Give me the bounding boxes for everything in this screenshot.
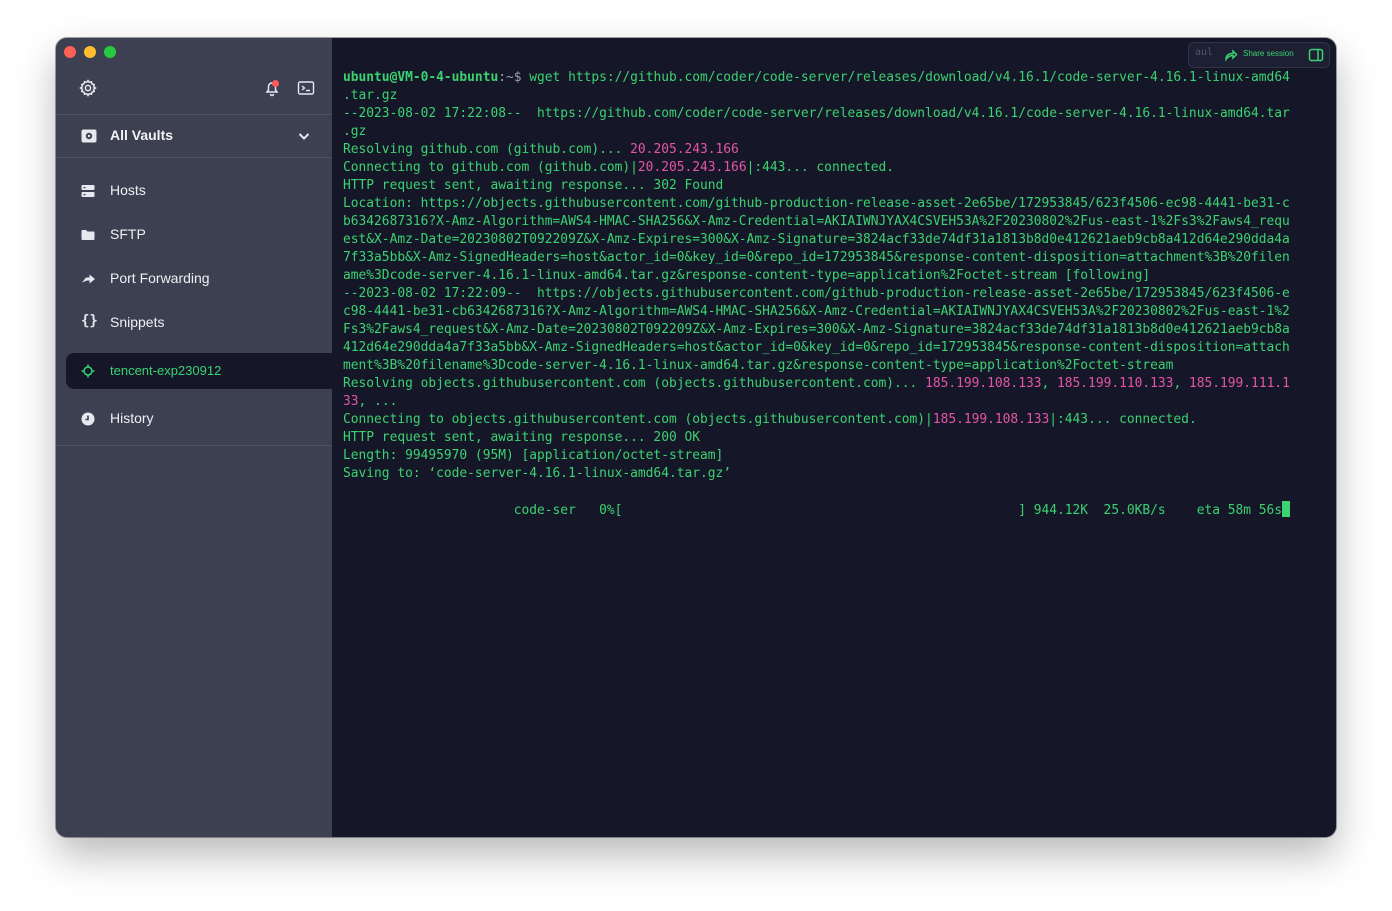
terminal-line: .tar.gz: [343, 88, 398, 103]
terminal-line: .gz: [343, 124, 367, 139]
host-connection-icon: [80, 363, 96, 379]
ip-address: 33: [343, 394, 359, 409]
terminal-output: ubuntu@VM-0-4-ubuntu:~$ wget https://git…: [343, 69, 1323, 519]
terminal-line: HTTP request sent, awaiting response... …: [343, 430, 700, 445]
sidebar-item-sftp[interactable]: SFTP: [66, 217, 332, 253]
sidebar-item-label: History: [110, 410, 154, 426]
line-text: Connecting to objects.githubusercontent.…: [343, 412, 933, 427]
terminal-line: est&X-Amz-Date=20230802T092209Z&X-Amz-Ex…: [343, 232, 1290, 247]
terminal-line: HTTP request sent, awaiting response... …: [343, 178, 724, 193]
app-window: All Vaults Hosts SFTP Port Forwarding {}…: [56, 38, 1336, 837]
ip-address: 185.199.108.133: [925, 376, 1042, 391]
sidebar-item-label: Port Forwarding: [110, 270, 210, 286]
zoom-window-button[interactable]: [104, 46, 116, 58]
minimize-window-button[interactable]: [84, 46, 96, 58]
split-view-icon[interactable]: [1308, 47, 1324, 63]
terminal-line: ubuntu@VM-0-4-ubuntu:~$ wget https://git…: [343, 69, 1323, 87]
ip-address: 20.205.243.166: [630, 142, 739, 157]
progress-text: code-ser 0%[ ] 944.12K 25.0KB/s eta 58m …: [343, 503, 1283, 518]
terminal-line: Connecting to objects.githubusercontent.…: [343, 411, 1323, 429]
line-text: Resolving github.com (github.com)...: [343, 142, 631, 157]
sidebar-divider: [56, 157, 332, 158]
terminal-line: Location: https://objects.githubusercont…: [343, 196, 1290, 211]
braces-icon: {}: [81, 313, 98, 329]
line-text: Connecting to github.com (github.com)|: [343, 160, 638, 175]
terminal-line: Resolving objects.githubusercontent.com …: [343, 375, 1323, 393]
sidebar-item-label: SFTP: [110, 226, 146, 242]
terminal-line: 33, ...: [343, 393, 1323, 411]
ip-address: 20.205.243.166: [637, 160, 747, 175]
vault-selector[interactable]: All Vaults: [56, 115, 332, 157]
share-icon[interactable]: [1224, 48, 1238, 62]
port-forwarding-icon: [80, 271, 96, 287]
terminal-line: Connecting to github.com (github.com)|20…: [343, 159, 1323, 177]
hosts-icon: [80, 183, 96, 199]
terminal-line: --2023-08-02 17:22:09-- https://objects.…: [343, 286, 1290, 301]
clock-icon: [80, 411, 96, 427]
line-text: ,: [1041, 376, 1058, 391]
terminal-line: --2023-08-02 17:22:08-- https://github.c…: [343, 106, 1290, 121]
terminal-line: b6342687316?X-Amz-Algorithm=AWS4-HMAC-SH…: [343, 214, 1290, 229]
sidebar-item-label: Hosts: [110, 182, 146, 198]
sidebar-divider: [56, 445, 332, 446]
share-session-button[interactable]: Share session: [1243, 49, 1294, 58]
terminal-line: ame%3Dcode-server-4.16.1-linux-amd64.tar…: [343, 268, 1151, 283]
terminal-line: Length: 99495970 (95M) [application/octe…: [343, 448, 724, 463]
sidebar-item-hosts[interactable]: Hosts: [66, 173, 332, 209]
command-text: wget https://github.com/coder/code-serve…: [521, 70, 1290, 85]
line-text: , ...: [358, 394, 398, 409]
download-progress-line: code-ser 0%[ ] 944.12K 25.0KB/s eta 58m …: [343, 501, 1323, 519]
prompt-separator: :~$: [498, 70, 522, 85]
sidebar-item-label: Snippets: [110, 314, 165, 330]
line-text: |:443... connected.: [746, 160, 895, 175]
line-text: Resolving objects.githubusercontent.com …: [343, 376, 926, 391]
gear-icon[interactable]: [78, 78, 98, 98]
sidebar-item-snippets[interactable]: {} Snippets: [66, 305, 332, 341]
session-toolbar: aul Share session: [1188, 42, 1330, 68]
terminal-line: Saving to: ‘code-server-4.16.1-linux-amd…: [343, 466, 732, 481]
vault-selector-label: All Vaults: [110, 127, 174, 143]
line-text: |:443... connected.: [1049, 412, 1197, 427]
ip-address: 185.199.111.1: [1188, 376, 1290, 391]
folder-icon: [80, 227, 96, 243]
session-tab-label[interactable]: aul: [1195, 47, 1213, 58]
terminal-panel[interactable]: aul Share session ubuntu@VM-0-4-ubuntu:~…: [332, 38, 1336, 837]
terminal-line: 412d64e290dda4a7f33a5bb&X-Amz-SignedHead…: [343, 340, 1290, 355]
ip-address: 185.199.110.133: [1057, 376, 1174, 391]
sidebar-item-active-host[interactable]: tencent-exp230912: [66, 353, 342, 389]
sidebar-item-history[interactable]: History: [66, 401, 332, 437]
terminal-line: Fs3%2Faws4_request&X-Amz-Date=20230802T0…: [343, 322, 1290, 337]
terminal-line: c98-4441-be31-cb6342687316?X-Amz-Algorit…: [343, 304, 1290, 319]
terminal-icon[interactable]: [296, 78, 316, 98]
close-window-button[interactable]: [64, 46, 76, 58]
terminal-line: Resolving github.com (github.com)... 20.…: [343, 141, 1323, 159]
line-text: ,: [1173, 376, 1189, 391]
terminal-cursor: [1282, 501, 1291, 517]
prompt-user: ubuntu@VM-0-4-ubuntu: [343, 70, 499, 85]
terminal-line: ment%3B%20filename%3Dcode-server-4.16.1-…: [343, 358, 1174, 373]
terminal-line: 7f33a5bb&X-Amz-SignedHeaders=host&actor_…: [343, 250, 1290, 265]
chevron-down-icon[interactable]: [296, 128, 312, 144]
active-host-label: tencent-exp230912: [110, 363, 222, 378]
sidebar: All Vaults Hosts SFTP Port Forwarding {}…: [56, 38, 342, 837]
notification-badge: [272, 80, 279, 87]
vault-icon: [80, 127, 98, 145]
sidebar-item-port-forwarding[interactable]: Port Forwarding: [66, 261, 332, 297]
ip-address: 185.199.108.133: [932, 412, 1050, 427]
